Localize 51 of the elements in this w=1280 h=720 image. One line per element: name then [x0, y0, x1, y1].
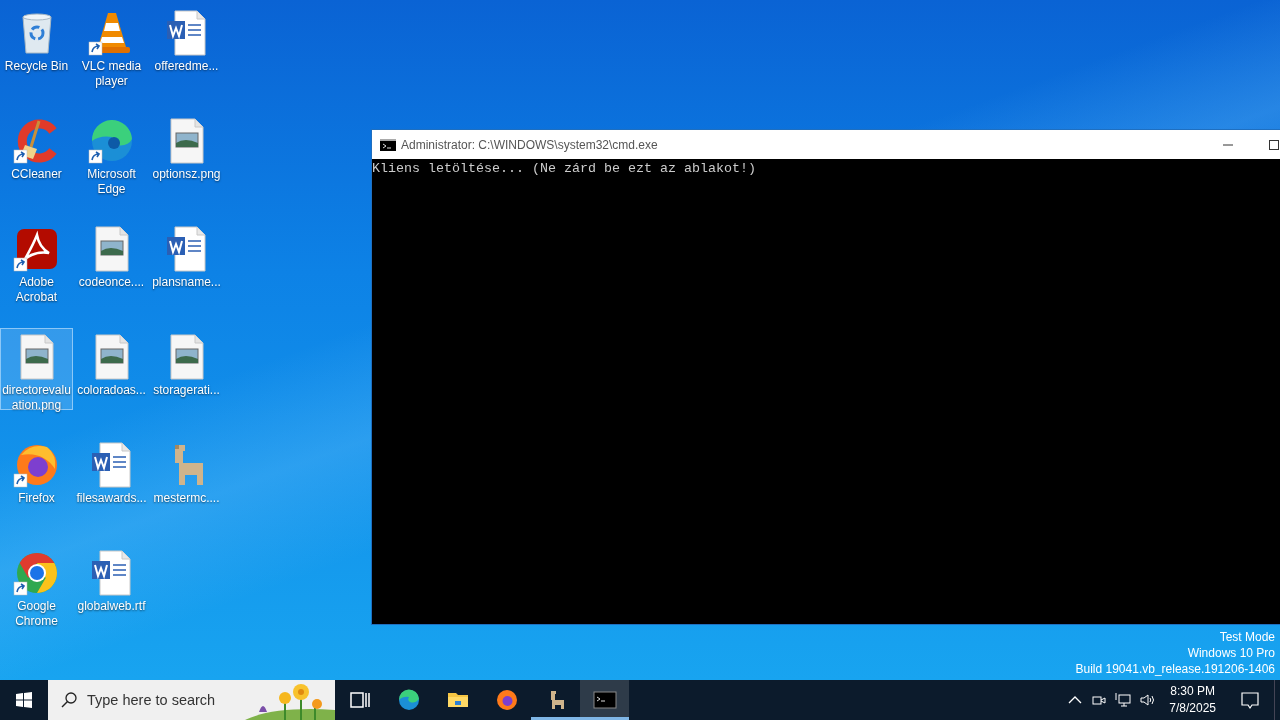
- icon-label: storagerati...: [152, 383, 221, 398]
- firefox-icon: [494, 688, 519, 712]
- terminal-icon: [592, 688, 617, 712]
- desktop-icon[interactable]: Recycle Bin: [0, 4, 73, 86]
- desktop-icon[interactable]: plansname...: [150, 220, 223, 302]
- system-info-text: Test Mode: [1219, 629, 1275, 645]
- network-icon[interactable]: [1115, 692, 1132, 708]
- volume-icon[interactable]: [1139, 692, 1156, 708]
- icon-label: mestermc....: [152, 491, 221, 506]
- desktop-icon[interactable]: codeonce....: [75, 220, 148, 302]
- desktop-icon[interactable]: Google Chrome: [0, 544, 73, 626]
- taskbar-app-button[interactable]: [580, 680, 629, 720]
- icon-label: directorevaluation.png: [1, 383, 72, 413]
- desktop-icon[interactable]: filesawards...: [75, 436, 148, 518]
- icon-label: Microsoft Edge: [86, 167, 137, 197]
- icon-label: Google Chrome: [14, 599, 59, 629]
- icon-label: filesawards...: [76, 491, 147, 506]
- icon-label: Adobe Acrobat: [14, 275, 59, 305]
- icon-label: VLC media player: [80, 59, 143, 89]
- desktop-icon[interactable]: offeredme...: [150, 4, 223, 86]
- icon-label: Recycle Bin: [3, 59, 70, 74]
- icon-label: optionsz.png: [151, 167, 222, 182]
- desktop-icon[interactable]: storagerati...: [150, 328, 223, 410]
- system-info-text: Windows 10 Pro: [1187, 645, 1275, 661]
- clock[interactable]: 8:30 PM 7/8/2025: [1159, 683, 1226, 717]
- desktop-icon[interactable]: globalweb.rtf: [75, 544, 148, 626]
- console-output: Kliens letöltése... (Ne zárd be ezt az ablakot!): [372, 161, 757, 177]
- desktop-icon[interactable]: optionsz.png: [150, 112, 223, 194]
- desktop-icon[interactable]: coloradoas...: [75, 328, 148, 410]
- desktop-icon[interactable]: Firefox: [0, 436, 73, 518]
- icon-label: Firefox: [17, 491, 56, 506]
- icon-label: coloradoas...: [76, 383, 147, 398]
- desktop-icon[interactable]: Microsoft Edge: [75, 112, 148, 194]
- icon-label: codeonce....: [77, 275, 146, 290]
- system-info-text: Build 19041.vb_release.191206-1406: [1075, 661, 1275, 677]
- desktop-icon[interactable]: mestermc....: [150, 436, 223, 518]
- desktop-icon[interactable]: Adobe Acrobat: [0, 220, 73, 302]
- window-title: Administrator: C:\WINDOWS\system32\cmd.exe: [401, 137, 658, 152]
- maximize-icon: [1269, 139, 1279, 150]
- search-field[interactable]: Type here to search: [48, 680, 335, 720]
- desktop-icon[interactable]: directorevaluation.png: [0, 328, 73, 410]
- desktop-icon[interactable]: CCleaner: [0, 112, 73, 194]
- windows-logo-icon: [16, 692, 32, 708]
- icon-label: CCleaner: [10, 167, 63, 182]
- edge-icon: [396, 688, 421, 712]
- terminal-icon: [380, 138, 396, 151]
- icon-label: offeredme...: [153, 59, 220, 74]
- notification-icon[interactable]: [1240, 690, 1260, 710]
- desktop-icon[interactable]: VLC media player: [75, 4, 148, 86]
- icon-label: plansname...: [151, 275, 222, 290]
- icon-label: globalweb.rtf: [76, 599, 147, 614]
